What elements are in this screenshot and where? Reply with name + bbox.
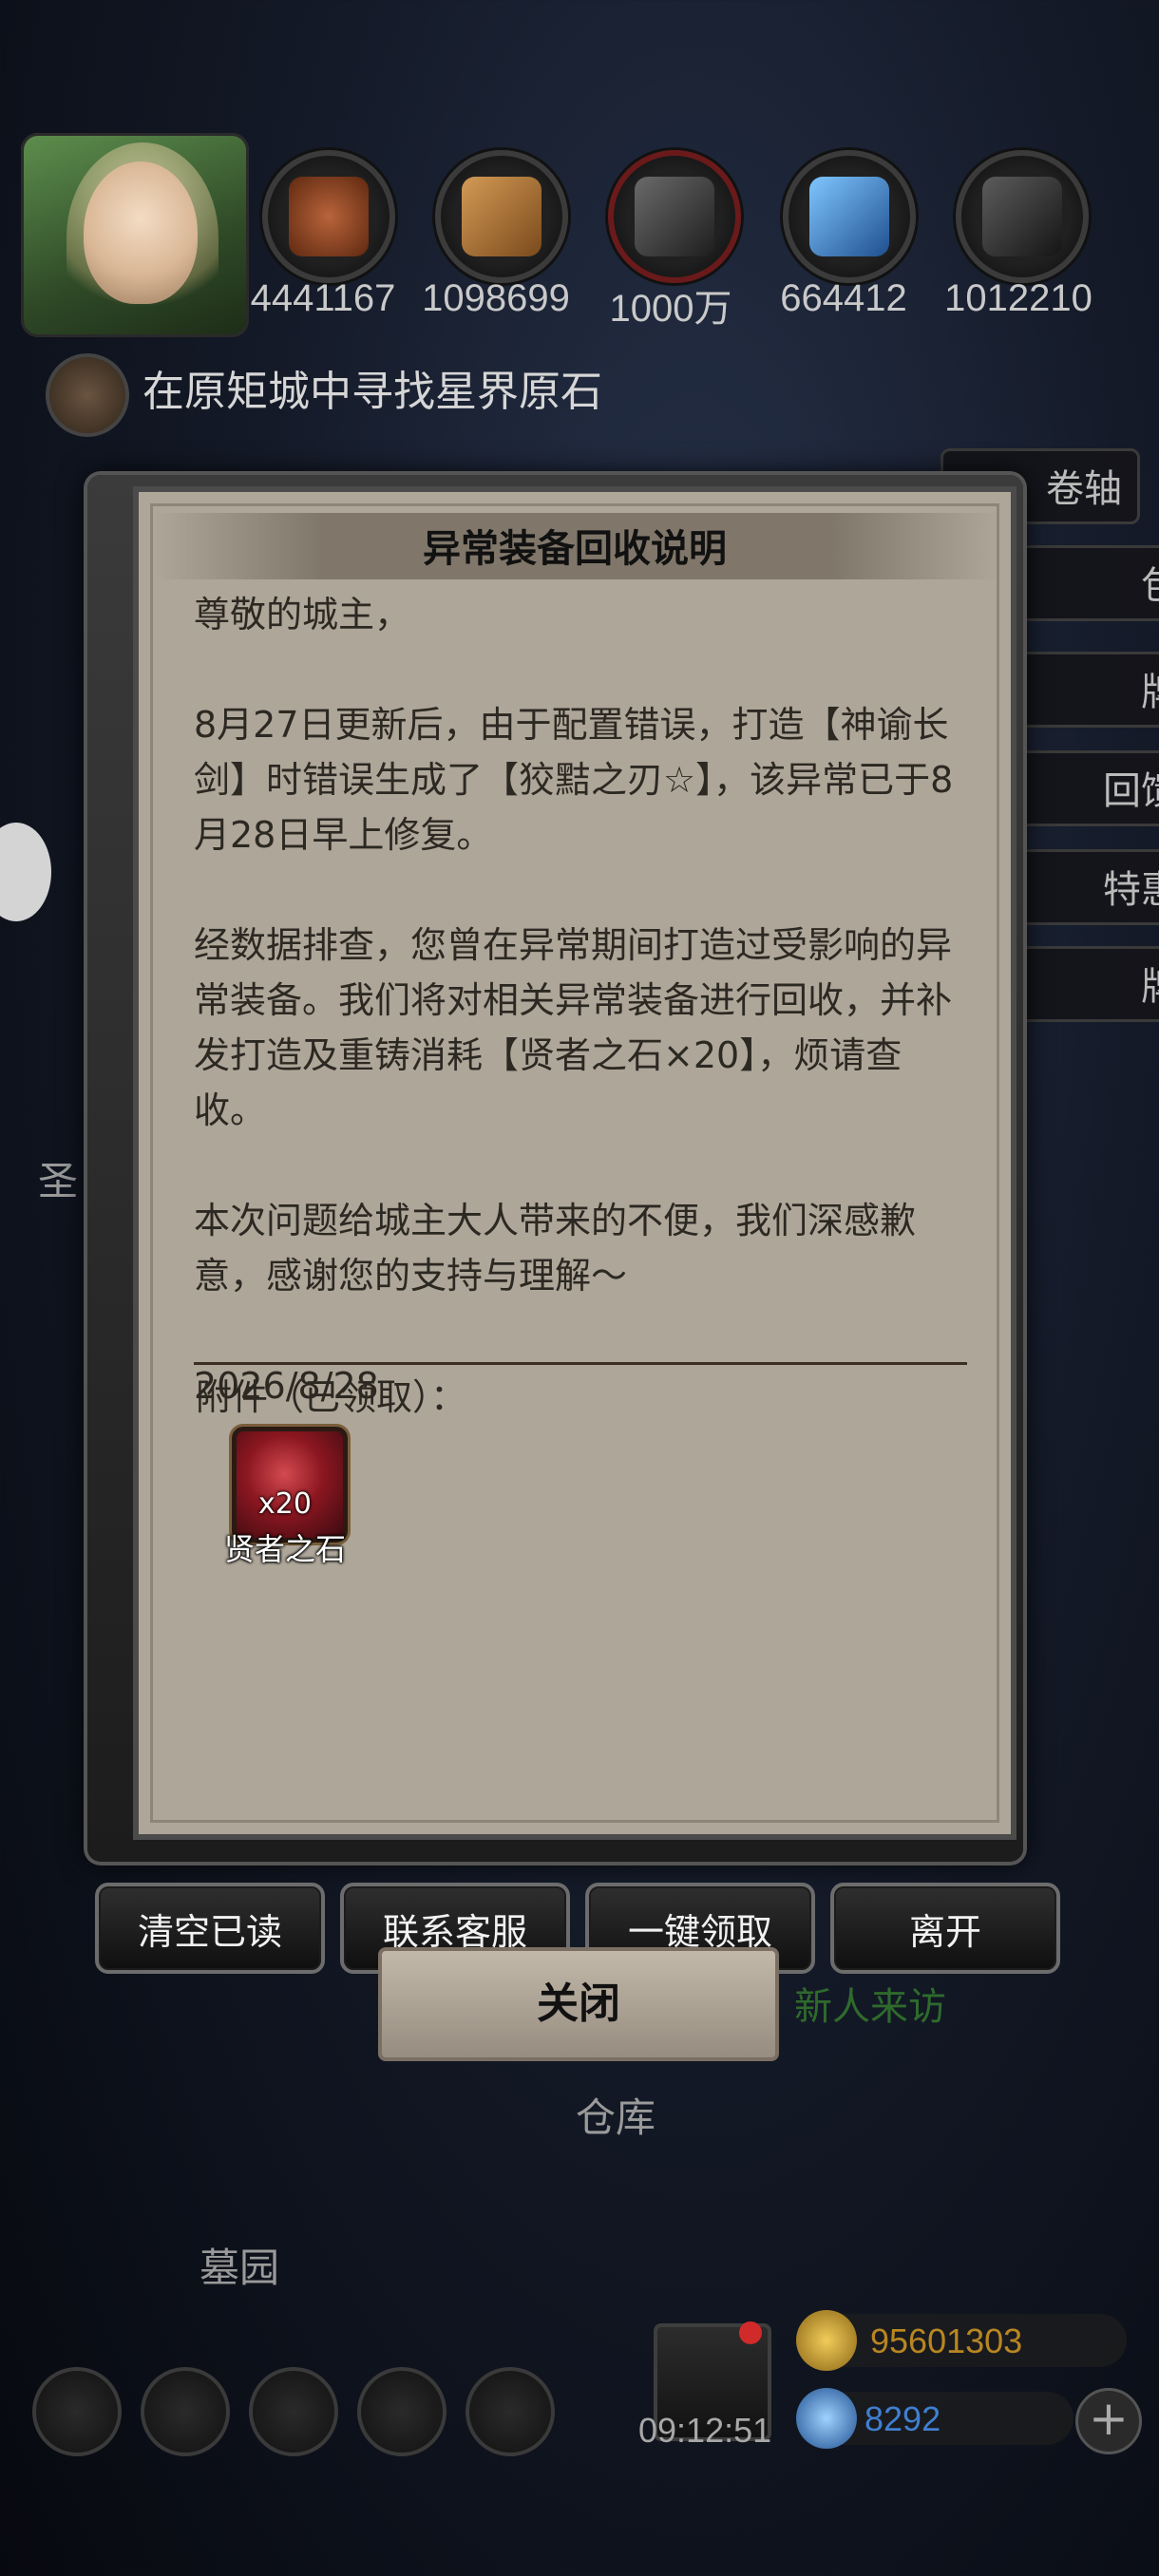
crystal-icon[interactable] — [783, 150, 916, 283]
side-collapse-icon[interactable] — [0, 823, 51, 921]
stone-icon[interactable] — [608, 150, 741, 283]
iron-icon[interactable] — [956, 150, 1089, 283]
leave-button[interactable]: 离开 — [830, 1883, 1060, 1974]
gem-value: 8292 — [864, 2399, 941, 2438]
shop-cart-icon[interactable] — [466, 2367, 555, 2456]
resource-crystal-value: 664412 — [780, 277, 907, 319]
mail-body: 尊敬的城主， 8月27日更新后，由于配置错误，打造【神谕长剑】时错误生成了【狡黠… — [194, 594, 954, 1407]
resource-meat-value: 4441167 — [250, 277, 396, 319]
avatar-face — [84, 161, 198, 304]
attachment-label: 附件（已领取）： — [196, 1376, 467, 1418]
close-button[interactable]: 关闭 — [378, 1947, 779, 2061]
settings-gear-icon[interactable] — [32, 2367, 122, 2456]
quest-text[interactable]: 在原矩城中寻找星界原石 — [142, 357, 602, 418]
resource-stone-value: 1000万 — [609, 288, 732, 330]
attachment-count: x20 — [258, 1487, 312, 1521]
warehouse-label: 仓库 — [576, 2094, 656, 2141]
meat-icon[interactable] — [262, 150, 395, 283]
gift-timer: 09:12:51 — [638, 2411, 772, 2450]
star-icon[interactable] — [141, 2367, 230, 2456]
gold-coin-icon — [796, 2310, 857, 2371]
building-label-partial: 圣 — [38, 1158, 79, 1204]
resource-iron-value: 1012210 — [944, 277, 1092, 319]
new-visitor-label: 新人来访 — [794, 1985, 946, 2029]
quest-scroll-icon[interactable] — [46, 353, 129, 437]
banner-icon[interactable] — [249, 2367, 338, 2456]
notification-dot — [739, 2321, 762, 2344]
attachment-name: 贤者之石 — [223, 1531, 346, 1567]
clear-read-button[interactable]: 清空已读 — [95, 1883, 325, 1974]
resource-wood-value: 1098699 — [422, 277, 570, 319]
attachment-divider — [194, 1362, 967, 1365]
mail-title: 异常装备回收说明 — [423, 527, 727, 571]
graveyard-label: 墓园 — [200, 2245, 280, 2291]
gold-value: 95601303 — [870, 2321, 1023, 2360]
mail-icon[interactable] — [357, 2367, 446, 2456]
gem-icon — [796, 2388, 857, 2449]
wood-icon[interactable] — [435, 150, 568, 283]
add-currency-icon[interactable]: + — [1075, 2388, 1142, 2454]
